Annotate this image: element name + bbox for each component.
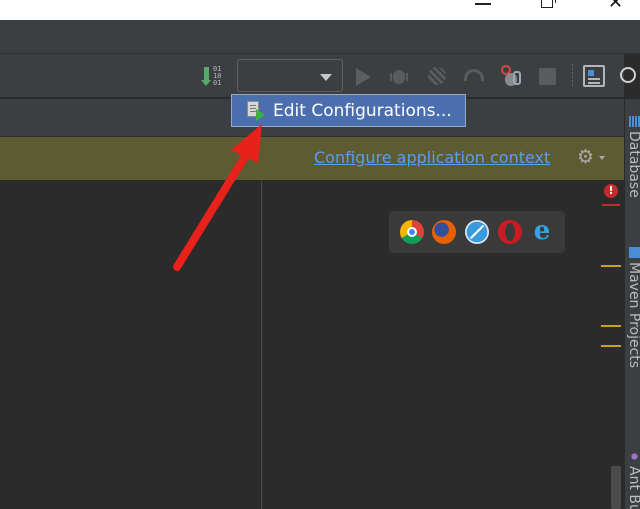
configure-application-context-link[interactable]: Configure application context [314,148,550,167]
menu-item-label: Edit Configurations... [273,101,452,121]
minimize-icon[interactable] [475,3,491,5]
chevron-down-icon[interactable] [599,156,605,160]
tool-tab-database[interactable]: Database [626,116,640,198]
bits-line: 01 [213,79,222,87]
tool-tab-label: Database [626,131,640,198]
window-title-bar: ✕ [0,0,640,20]
edit-configurations-icon [247,101,265,121]
safari-icon[interactable] [465,220,489,244]
chevron-down-icon [320,74,332,81]
debug-icon[interactable] [390,66,408,86]
warning-stripe-mark[interactable] [601,325,621,327]
menu-band [0,20,640,54]
binary-update-icon[interactable]: 01 10 01 [201,66,226,88]
profile-icon[interactable] [464,69,484,81]
browser-launch-bar: e [389,211,565,253]
right-tool-strip: Database Maven Projects Ant Bu [624,99,640,509]
binary-bits: 01 10 01 [213,66,221,87]
internet-explorer-icon[interactable]: e [530,218,554,244]
firefox-icon[interactable] [432,220,456,244]
download-arrow-icon [201,67,211,86]
restore-icon[interactable] [541,0,556,8]
stop-icon[interactable] [539,68,556,85]
ant-icon [628,451,640,462]
toolbar-separator [572,64,573,88]
database-icon [628,116,640,127]
warning-stripe-mark[interactable] [601,345,621,347]
maven-icon [628,247,640,258]
tool-tab-label: Maven Projects [626,262,640,369]
main-toolbar: 01 10 01 [0,54,636,98]
context-notification-banner: Configure application context ⚙ [0,137,624,180]
tool-tab-ant-build[interactable]: Ant Bu [626,451,640,509]
tool-tab-maven-projects[interactable]: Maven Projects [626,247,640,368]
error-stripe-mark[interactable] [602,204,620,206]
error-indicator-icon[interactable]: ! [604,184,618,198]
run-icon[interactable] [356,68,371,86]
warning-stripe-mark[interactable] [601,265,621,267]
run-configuration-dropdown[interactable] [237,59,343,92]
project-structure-icon[interactable] [583,65,605,87]
tool-tab-label: Ant Bu [626,466,640,509]
chrome-icon[interactable] [400,220,424,244]
attach-debugger-icon[interactable] [499,65,523,87]
opera-icon[interactable] [498,220,522,244]
run-configuration-popup: Edit Configurations... [231,94,466,127]
gear-icon[interactable]: ⚙ [577,148,594,167]
split-divider[interactable] [261,181,262,509]
scrollbar-thumb[interactable] [611,466,621,509]
close-icon[interactable]: ✕ [608,0,623,12]
search-icon[interactable] [620,67,636,83]
coverage-icon[interactable] [428,67,446,85]
